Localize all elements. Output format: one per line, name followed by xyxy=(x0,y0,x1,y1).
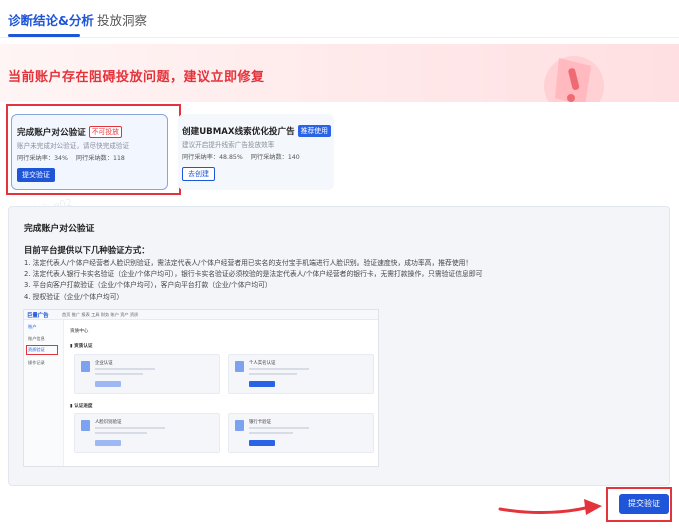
tab-insight[interactable]: 投放洞察 xyxy=(97,10,147,29)
shot-logo: 巨量广告 xyxy=(27,313,49,319)
shot-side-item: 操作记录 xyxy=(28,360,45,365)
shot-sidebar: 账户 账户信息 资质验证 操作记录 xyxy=(24,320,64,466)
detail-panel: 完成账户对公验证 目前平台提供以下几种验证方式： 1. 法定代表人/个体户经营者… xyxy=(8,206,670,486)
method-item: 2. 法定代表人银行卡实名验证（企业/个体户均可），银行卡实名验证必须校验的是法… xyxy=(24,270,483,279)
methods-title: 目前平台提供以下几种验证方式： xyxy=(24,245,150,255)
shot-card: 企业认证 xyxy=(74,354,220,394)
submit-verification-button[interactable]: 提交验证 xyxy=(619,494,669,514)
method-item: 3. 平台向客户打款验证（企业/个体户均可），客户向平台打款（企业/个体户均可） xyxy=(24,281,272,290)
shot-breadcrumb: 资质中心 xyxy=(70,329,89,334)
detail-title: 完成账户对公验证 xyxy=(24,224,95,234)
card-ubmax-ad: 创建UBMAX线索优化投广告 推荐使用 建议开启提升线索广告投放效率 同行采纳率：… xyxy=(178,114,334,190)
shot-topbar: 巨量广告 首页 推广 报表 工具 财务 账户 资产 资质 xyxy=(24,310,378,320)
recommend-badge: 推荐使用 xyxy=(297,125,331,137)
shot-card: 银行卡验证 xyxy=(228,413,374,453)
banner-title: 当前账户存在阻碍投放问题，建议立即修复 xyxy=(8,70,265,85)
highlight-box xyxy=(6,104,181,195)
guide-screenshot: 巨量广告 首页 推广 报表 工具 财务 账户 资产 资质 账户 账户信息 资质验… xyxy=(23,309,379,467)
active-tab-indicator xyxy=(8,34,80,37)
card-stats: 同行采纳率：48.85% 同行采纳数：140 xyxy=(182,154,300,161)
method-item: 1. 法定代表人/个体户经营者人脸识别验证，需法定代表人/个体户经营者用已实名的… xyxy=(24,259,473,267)
card-description: 建议开启提升线索广告投放效率 xyxy=(182,141,275,149)
method-item: 4. 授权验证（企业/个体户均可） xyxy=(24,292,124,301)
shot-card: 个人实名认证 xyxy=(228,354,374,394)
shot-section-title: ▮ 资质认证 xyxy=(70,344,93,349)
card-create-button[interactable]: 去创建 xyxy=(182,167,215,181)
tab-bar: 诊断结论&分析 投放洞察 xyxy=(0,0,679,38)
shot-section-title: ▮ 认证进度 xyxy=(70,404,93,409)
shot-highlight-box xyxy=(26,345,58,355)
arrow-right-icon xyxy=(498,499,602,515)
warning-icon xyxy=(544,56,604,102)
warning-banner: 当前账户存在阻碍投放问题，建议立即修复 xyxy=(0,44,679,102)
tab-diagnosis[interactable]: 诊断结论&分析 xyxy=(8,10,94,29)
card-title: 创建UBMAX线索优化投广告 推荐使用 xyxy=(182,125,331,137)
shot-nav: 首页 推广 报表 工具 财务 账户 资产 资质 xyxy=(62,312,139,317)
methods-list: 1. 法定代表人/个体户经营者人脸识别验证，需法定代表人/个体户经营者用已实名的… xyxy=(24,258,482,303)
shot-side-item: 账户 xyxy=(28,324,37,329)
shot-card: 人脸识别验证 xyxy=(74,413,220,453)
shot-side-item: 账户信息 xyxy=(28,336,45,341)
